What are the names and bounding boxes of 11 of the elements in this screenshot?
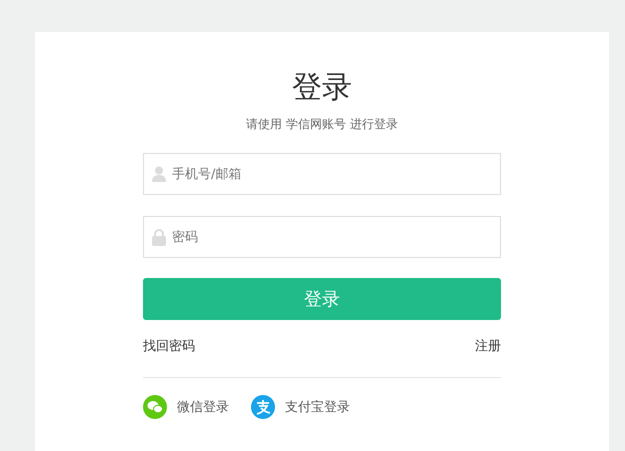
input-field[interactable]: 手机号/邮箱 (143, 153, 501, 195)
input-field[interactable]: 密码 (143, 216, 501, 258)
lock-icon (152, 229, 166, 246)
link[interactable]: 注册 (475, 337, 501, 355)
link[interactable]: 找回密码 (143, 337, 195, 355)
chat-bubbles-icon[interactable] (143, 395, 167, 419)
subtitle: 请使用 学信网账号 进行登录 (246, 116, 398, 132)
social-login-link[interactable]: 微信登录 (177, 398, 229, 416)
person-icon (152, 166, 166, 182)
social-login-link[interactable]: 支付宝登录 (285, 398, 350, 416)
page-title: 登录 (292, 69, 352, 107)
